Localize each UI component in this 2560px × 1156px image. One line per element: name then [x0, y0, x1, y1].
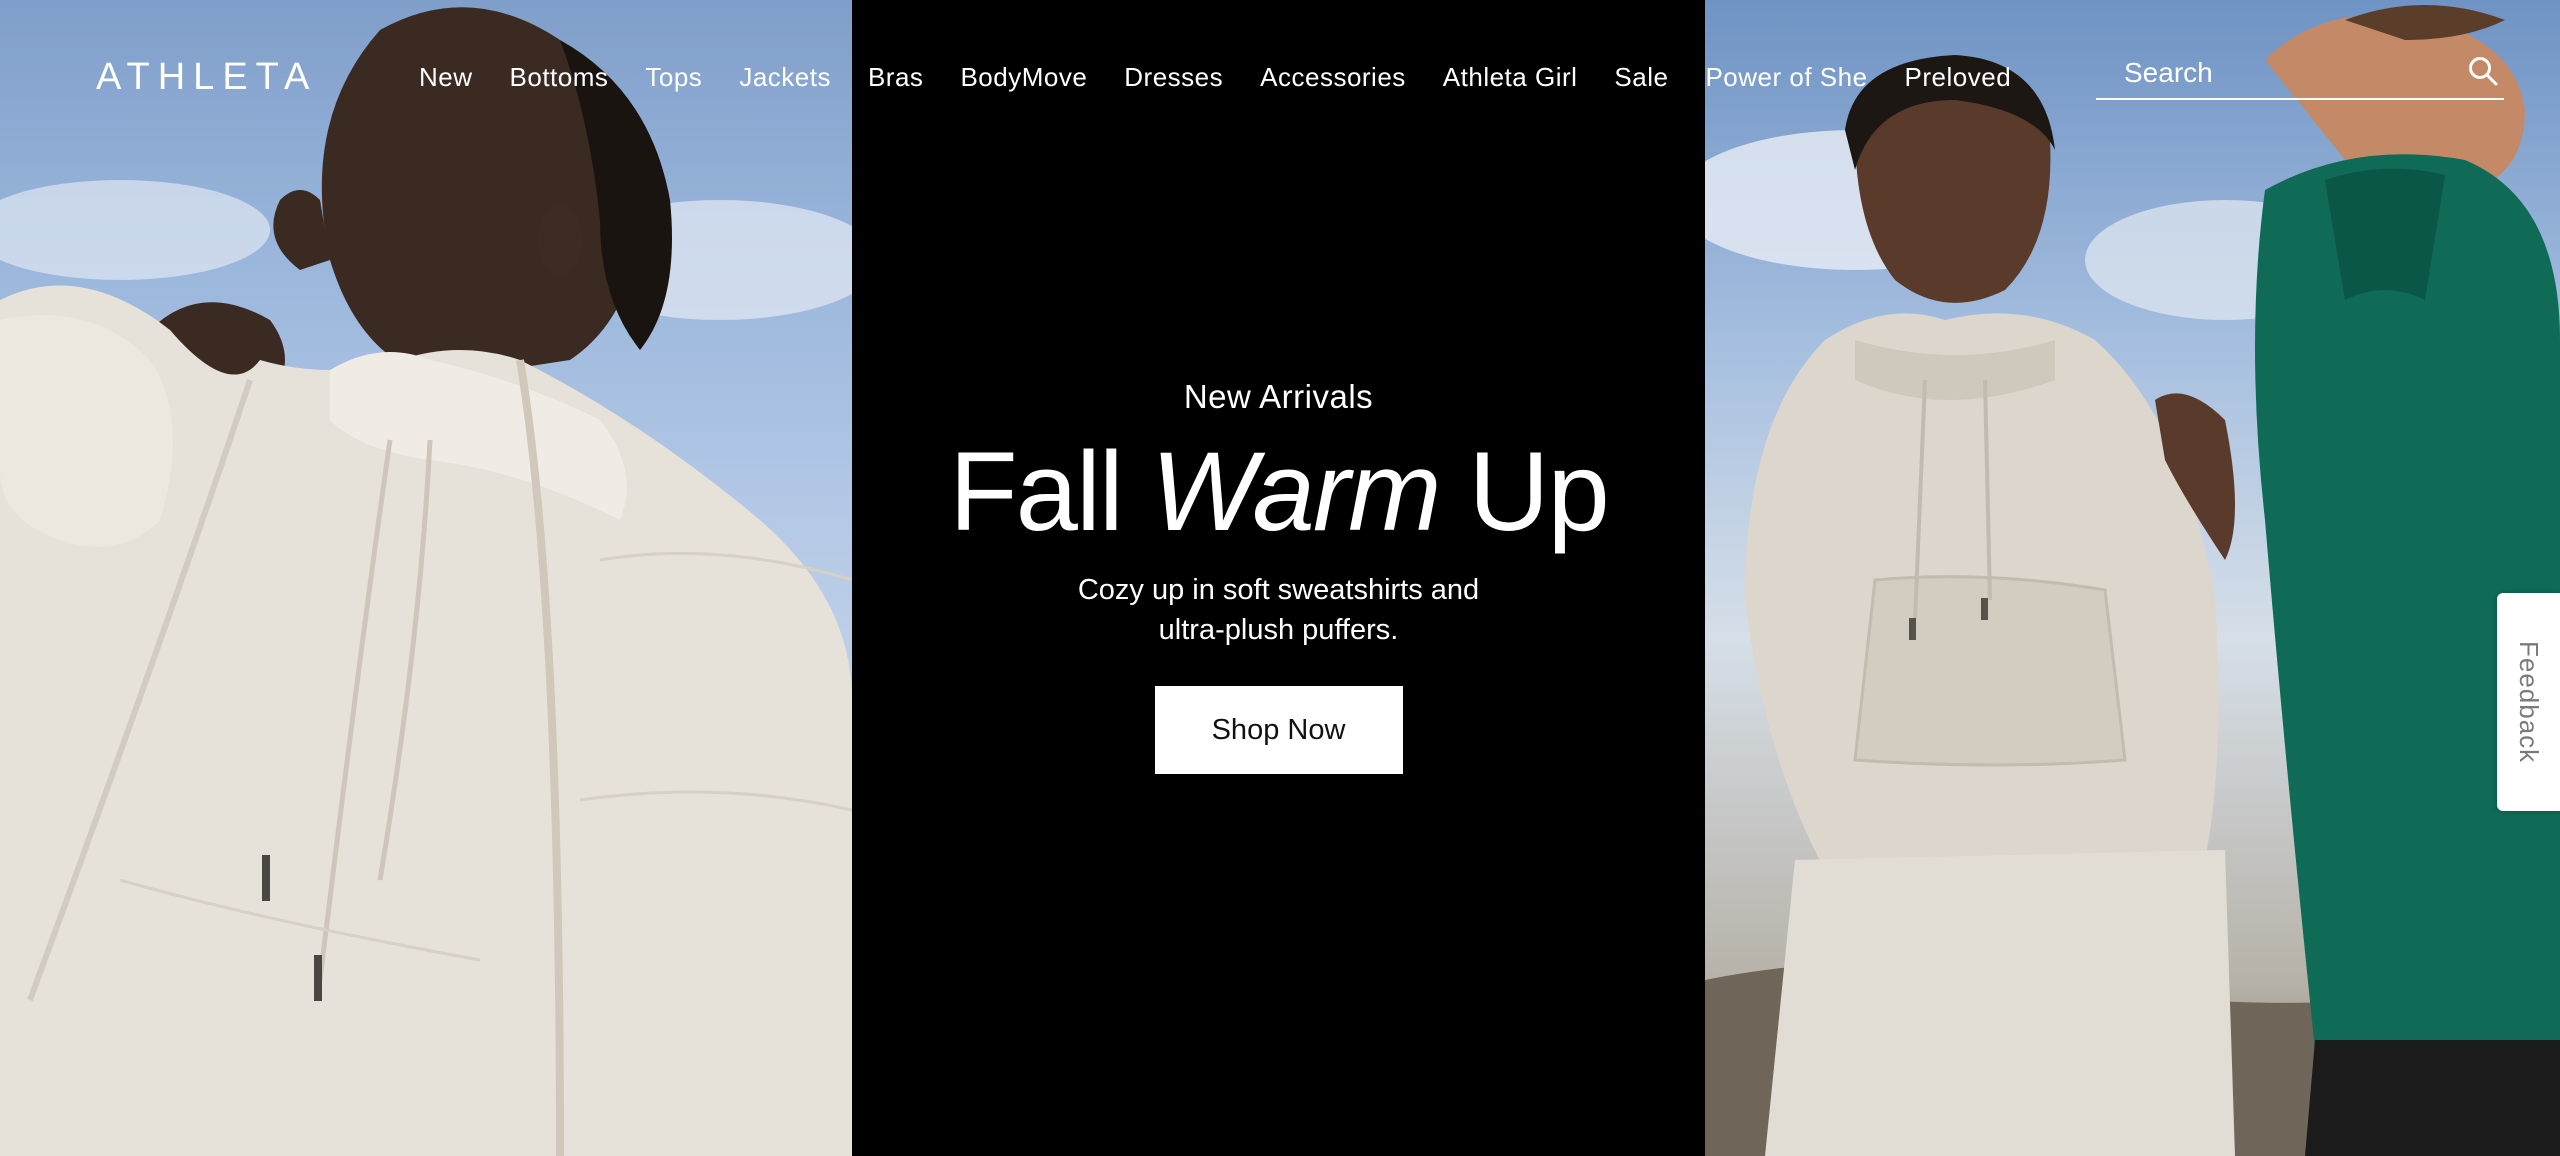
main-nav: New Bottoms Tops Jackets Bras BodyMove D…	[419, 62, 2048, 93]
promo-headline: Fall Warm Up	[949, 436, 1609, 548]
nav-item-bras[interactable]: Bras	[868, 62, 923, 93]
athleta-logo[interactable]: ATHLETA	[96, 56, 317, 99]
nav-item-bottoms[interactable]: Bottoms	[510, 62, 609, 93]
promo-eyebrow: New Arrivals	[1183, 378, 1374, 415]
search-icon[interactable]	[2466, 54, 2500, 88]
puffer-jacket-model-illustration	[0, 7, 852, 1156]
headline-start: Fall	[949, 429, 1151, 554]
headline-end: Up	[1439, 429, 1610, 554]
promo-subcopy: Cozy up in soft sweatshirts and ultra-pl…	[1077, 574, 1480, 646]
hero-image-right[interactable]	[1705, 0, 2560, 1156]
nav-item-athleta-girl[interactable]: Athleta Girl	[1443, 62, 1578, 93]
nav-item-new[interactable]: New	[419, 62, 473, 93]
site-header: ATHLETA New Bottoms Tops Jackets Bras Bo…	[0, 0, 2560, 160]
search-input[interactable]	[2096, 57, 2436, 89]
feedback-tab[interactable]: Feedback	[2497, 593, 2560, 811]
nav-item-jackets[interactable]: Jackets	[739, 62, 831, 93]
shop-now-button[interactable]: Shop Now	[1154, 686, 1403, 774]
nav-item-accessories[interactable]: Accessories	[1260, 62, 1406, 93]
search-bar	[2096, 48, 2504, 100]
nav-item-tops[interactable]: Tops	[645, 62, 702, 93]
nav-item-sale[interactable]: Sale	[1614, 62, 1668, 93]
hoodie-models-illustration	[1705, 5, 2560, 1156]
hero-image-left[interactable]	[0, 0, 852, 1156]
headline-emphasis: Warm	[1150, 429, 1442, 554]
nav-item-power-of-she[interactable]: Power of She	[1705, 62, 1867, 93]
hero-stage: New Arrivals Fall Warm Up Cozy up in sof…	[0, 0, 2560, 1156]
feedback-label: Feedback	[2514, 640, 2544, 764]
promo-panel: New Arrivals Fall Warm Up Cozy up in sof…	[852, 0, 1705, 1156]
nav-item-bodymove[interactable]: BodyMove	[960, 62, 1087, 93]
nav-item-dresses[interactable]: Dresses	[1124, 62, 1223, 93]
nav-item-preloved[interactable]: Preloved	[1905, 62, 2012, 93]
